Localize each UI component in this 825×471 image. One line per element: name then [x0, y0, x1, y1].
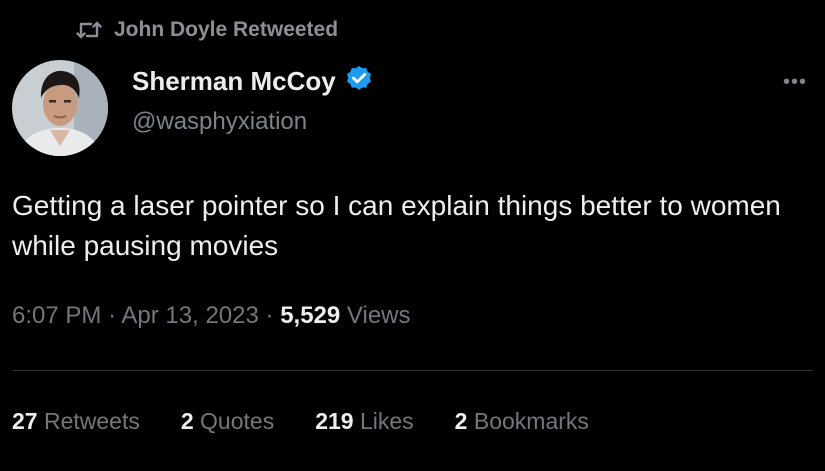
engagement-stats: 27 Retweets 2 Quotes 219 Likes 2 Bookmar… — [12, 408, 630, 435]
quotes-count: 2 — [180, 408, 194, 434]
bookmarks-stat[interactable]: 2 Bookmarks — [455, 408, 589, 435]
retweets-label: Retweets — [43, 408, 140, 434]
bookmarks-label: Bookmarks — [473, 408, 589, 434]
views-count: 5,529 — [280, 302, 341, 329]
meta-separator: · — [108, 302, 117, 329]
likes-stat[interactable]: 219 Likes — [315, 408, 413, 435]
author-handle[interactable]: @wasphyxiation — [132, 108, 307, 136]
avatar[interactable] — [12, 60, 108, 156]
divider — [12, 370, 813, 371]
likes-label: Likes — [359, 408, 414, 434]
retweet-text[interactable]: John Doyle Retweeted — [114, 18, 338, 42]
author-name-row: Sherman McCoy — [132, 64, 374, 99]
meta-separator: · — [265, 302, 274, 329]
bookmarks-count: 2 — [454, 408, 468, 434]
retweets-count: 27 — [12, 408, 38, 434]
retweet-icon — [76, 20, 102, 40]
views-label: Views — [346, 302, 411, 329]
tweet-date[interactable]: Apr 13, 2023 — [121, 302, 258, 329]
tweet-time[interactable]: 6:07 PM — [12, 302, 101, 329]
author-name[interactable]: Sherman McCoy — [132, 66, 336, 97]
quotes-stat[interactable]: 2 Quotes — [181, 408, 274, 435]
verified-badge-icon — [344, 64, 374, 99]
tweet-meta: 6:07 PM · Apr 13, 2023 · 5,529 Views — [12, 302, 411, 330]
retweet-header: John Doyle Retweeted — [76, 18, 338, 42]
tweet-text: Getting a laser pointer so I can explain… — [12, 190, 781, 261]
likes-count: 219 — [315, 408, 354, 434]
quotes-label: Quotes — [200, 408, 275, 434]
more-icon[interactable]: ••• — [778, 70, 812, 94]
retweets-stat[interactable]: 27 Retweets — [12, 408, 140, 435]
